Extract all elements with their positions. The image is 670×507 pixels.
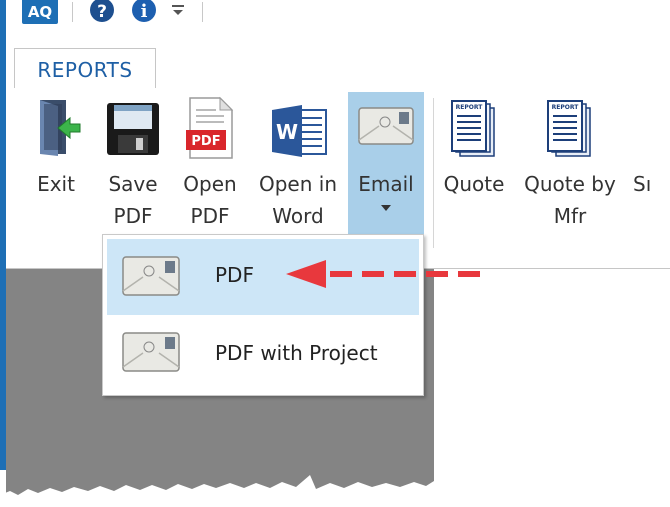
open-in-word-button[interactable]: W Open in Word	[252, 94, 344, 234]
svg-text:i: i	[141, 1, 148, 22]
customize-dropdown-icon[interactable]	[170, 2, 186, 18]
save-pdf-label-1: Save	[108, 172, 158, 196]
ribbon-group-divider	[433, 98, 434, 248]
svg-text:W: W	[276, 120, 298, 144]
word-doc-icon: W	[272, 105, 327, 157]
quote-by-mfr-label-2: Mfr	[553, 204, 587, 228]
torn-edge	[0, 475, 670, 507]
envelope-icon	[358, 107, 414, 145]
quote-button[interactable]: REPORT Quote	[438, 94, 510, 234]
tab-reports[interactable]: REPORTS	[14, 48, 156, 88]
menu-item-pdf-with-project[interactable]: PDF with Project	[107, 317, 419, 393]
menu-item-pdf-with-project-label: PDF with Project	[215, 341, 378, 365]
svg-text:?: ?	[97, 2, 107, 22]
cut-off-ribbon-button[interactable]: Sı	[630, 94, 670, 234]
save-pdf-label-2: PDF	[113, 204, 153, 228]
exit-door-icon	[40, 100, 81, 156]
svg-text:REPORT: REPORT	[456, 104, 484, 111]
quote-label: Quote	[443, 172, 505, 196]
envelope-icon	[122, 256, 180, 296]
open-pdf-label-1: Open	[183, 172, 237, 196]
email-label: Email	[358, 172, 414, 196]
app-logo-text: AQ	[27, 3, 53, 21]
exit-label: Exit	[37, 172, 75, 196]
svg-text:REPORT: REPORT	[552, 104, 580, 111]
question-icon[interactable]: ?	[88, 0, 116, 24]
report-icon: REPORT	[547, 100, 591, 157]
quote-by-mfr-button[interactable]: REPORT Quote by Mfr	[518, 94, 622, 234]
quick-access-toolbar: AQ ? i	[6, 0, 670, 28]
envelope-icon	[122, 332, 180, 372]
open-pdf-button[interactable]: PDF Open PDF	[176, 94, 244, 234]
tab-reports-label: REPORTS	[37, 58, 133, 82]
svg-text:PDF: PDF	[191, 134, 220, 149]
quote-by-mfr-label-1: Quote by	[524, 172, 616, 196]
pdf-file-icon: PDF	[186, 96, 234, 159]
report-icon: REPORT	[451, 100, 495, 157]
chevron-down-icon	[381, 205, 391, 211]
cut-off-label: Sı	[633, 172, 652, 196]
annotation-arrow	[286, 260, 480, 288]
exit-button[interactable]: Exit	[28, 94, 84, 234]
open-pdf-label-2: PDF	[190, 204, 230, 228]
open-in-word-label-2: Word	[272, 204, 324, 228]
open-in-word-label-1: Open in	[258, 172, 337, 196]
menu-item-pdf-label: PDF	[215, 263, 254, 287]
app-logo[interactable]: AQ	[22, 0, 58, 24]
info-icon[interactable]: i	[130, 0, 158, 24]
floppy-disk-icon	[107, 103, 159, 155]
email-button[interactable]: Email	[348, 92, 424, 234]
save-pdf-button[interactable]: Save PDF	[100, 94, 166, 234]
